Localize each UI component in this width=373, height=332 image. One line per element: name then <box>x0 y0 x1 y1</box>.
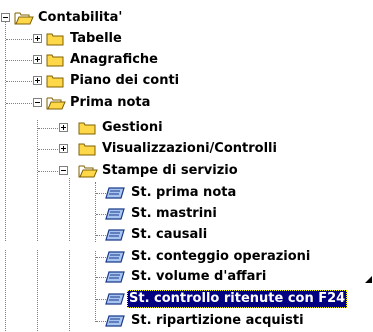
report-icon <box>105 251 125 263</box>
cursor-corner-marker <box>365 276 372 283</box>
tree-leaf-st-controllo-ritenute-f24[interactable]: St. controllo ritenute con F24 <box>0 289 373 310</box>
tree-label: Gestioni <box>102 120 163 135</box>
folder-icon <box>46 33 64 46</box>
tree-label: Piano dei conti <box>70 73 180 88</box>
tree-node-piano-dei-conti[interactable]: Piano dei conti <box>0 71 200 92</box>
tree-node-prima-nota[interactable]: Prima nota <box>0 93 180 114</box>
collapse-toggle-icon[interactable] <box>59 166 68 175</box>
tree-view[interactable]: Contabilita' Tabelle Anagrafiche Piano d… <box>0 0 373 331</box>
tree-node-visualizzazioni-controlli[interactable]: Visualizzazioni/Controlli <box>0 139 280 160</box>
tree-label: Prima nota <box>70 95 151 110</box>
report-icon <box>105 271 125 283</box>
report-icon <box>105 293 125 305</box>
expand-toggle-icon[interactable] <box>33 55 42 64</box>
report-icon <box>105 315 125 327</box>
report-icon <box>105 229 125 241</box>
expand-toggle-icon[interactable] <box>33 34 42 43</box>
tree-label: Visualizzazioni/Controlli <box>102 141 277 156</box>
tree-label: Anagrafiche <box>70 52 158 67</box>
folder-icon <box>46 54 64 67</box>
tree-label: St. mastrini <box>131 206 217 221</box>
expand-toggle-icon[interactable] <box>59 144 68 153</box>
tree-label: Stampe di servizio <box>102 163 238 178</box>
folder-open-icon <box>78 165 98 178</box>
tree-leaf-st-conteggio-operazioni[interactable]: St. conteggio operazioni <box>0 247 373 268</box>
collapse-toggle-icon[interactable] <box>1 13 10 22</box>
tree-label: St. ripartizione acquisti <box>131 313 304 328</box>
folder-icon <box>46 75 64 88</box>
tree-node-gestioni[interactable]: Gestioni <box>0 118 200 139</box>
folder-icon <box>78 122 96 135</box>
tree-label: St. prima nota <box>131 185 237 200</box>
folder-icon <box>78 143 96 156</box>
tree-leaf-st-mastrini[interactable]: St. mastrini <box>0 204 240 225</box>
collapse-toggle-icon[interactable] <box>33 98 42 107</box>
tree-label: Tabelle <box>70 31 122 46</box>
tree-leaf-st-ripartizione-acquisti[interactable]: St. ripartizione acquisti <box>0 311 373 332</box>
tree-node-contabilita[interactable]: Contabilita' <box>0 8 170 29</box>
tree-node-anagrafiche[interactable]: Anagrafiche <box>0 50 180 71</box>
expand-toggle-icon[interactable] <box>59 123 68 132</box>
tree-leaf-st-prima-nota[interactable]: St. prima nota <box>0 183 240 204</box>
report-icon <box>105 187 125 199</box>
tree-label: St. conteggio operazioni <box>131 249 311 264</box>
tree-label: St. volume d'affari <box>131 269 267 284</box>
report-icon <box>105 208 125 220</box>
tree-node-tabelle[interactable]: Tabelle <box>0 29 160 50</box>
tree-label: Contabilita' <box>38 10 123 25</box>
tree-node-stampe-di-servizio[interactable]: Stampe di servizio <box>0 161 260 182</box>
expand-toggle-icon[interactable] <box>33 76 42 85</box>
folder-open-icon <box>14 12 34 25</box>
tree-leaf-st-volume-d-affari[interactable]: St. volume d'affari <box>0 267 340 288</box>
tree-label-selected: St. controllo ritenute con F24 <box>127 290 348 308</box>
folder-open-icon <box>46 97 66 110</box>
